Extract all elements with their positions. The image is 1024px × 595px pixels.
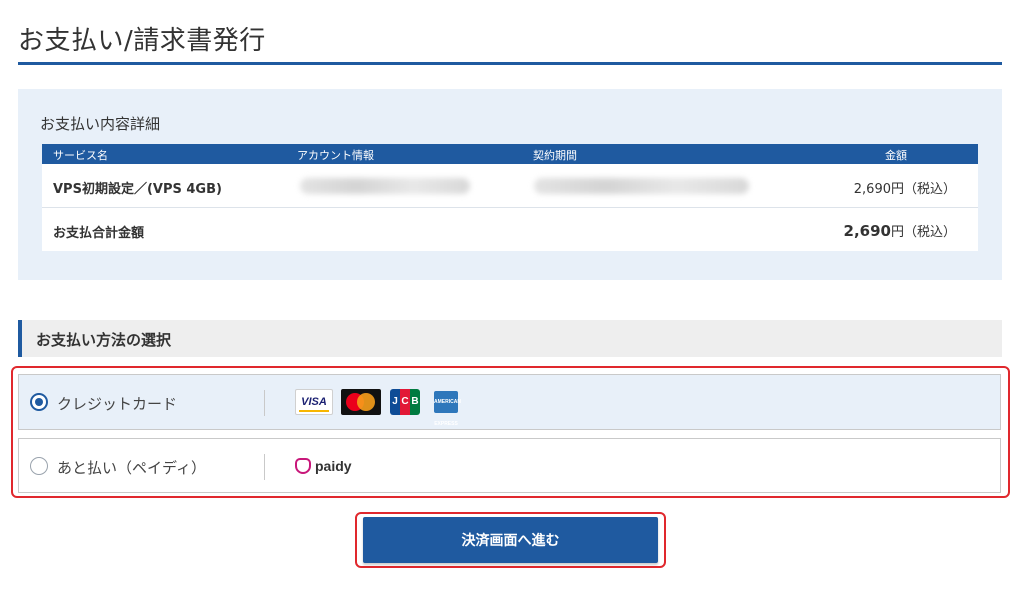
col-amount: 金額 <box>885 149 907 162</box>
total-label: お支払合計金額 <box>53 226 145 241</box>
detail-table-header: サービス名 アカウント情報 契約期間 金額 <box>42 144 978 164</box>
paidy-mark-icon <box>295 458 311 474</box>
col-account: アカウント情報 <box>297 149 374 162</box>
account-info-redacted <box>300 178 470 194</box>
page-title: お支払い/請求書発行 <box>18 26 266 56</box>
total-value: 2,690 <box>843 222 891 240</box>
total-amount: 2,690円（税込） <box>844 221 956 240</box>
amex-logo: AMERICAN EXPRESS <box>434 391 461 427</box>
payment-method-header: お支払い方法の選択 <box>18 320 1002 357</box>
paidy-wordmark: paidy <box>315 458 352 474</box>
jcb-logo: JCB <box>390 389 420 415</box>
mastercard-logo <box>341 389 381 415</box>
option-paidy[interactable]: あと払い（ペイディ） paidy <box>18 438 1001 493</box>
paidy-logo: paidy <box>295 457 352 475</box>
total-unit: 円（税込） <box>890 225 956 240</box>
service-name: VPS初期設定／(VPS 4GB) <box>53 182 222 197</box>
option-divider <box>264 454 265 480</box>
option-paidy-label: あと払い（ペイディ） <box>57 459 206 477</box>
payment-method-heading: お支払い方法の選択 <box>36 331 172 349</box>
payment-detail-heading: お支払い内容詳細 <box>40 115 161 133</box>
row-amount: 2,690円（税込） <box>853 182 956 197</box>
contract-period-redacted <box>534 178 749 194</box>
option-divider <box>264 390 265 416</box>
col-period: 契約期間 <box>533 149 577 162</box>
col-service: サービス名 <box>53 149 108 162</box>
visa-logo: VISA <box>295 389 333 415</box>
radio-credit-card-selected[interactable] <box>30 393 48 411</box>
proceed-to-payment-button[interactable]: 決済画面へ進む <box>363 517 658 563</box>
option-credit-card[interactable]: クレジットカード VISA JCB AMERICAN EXPRESS <box>18 374 1001 430</box>
table-row: VPS初期設定／(VPS 4GB) 2,690円（税込） <box>42 164 978 208</box>
title-rule <box>18 62 1002 65</box>
total-row: お支払合計金額 2,690円（税込） <box>42 208 978 251</box>
radio-paidy[interactable] <box>30 457 48 475</box>
option-credit-card-label: クレジットカード <box>57 395 178 413</box>
